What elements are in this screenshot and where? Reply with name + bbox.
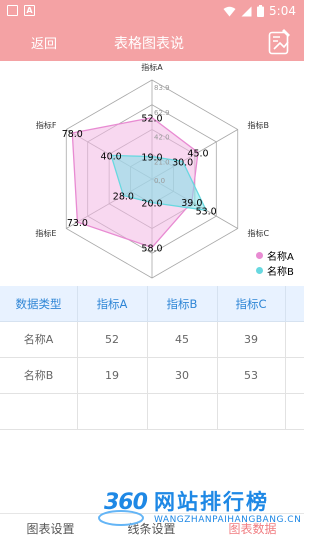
image-icon <box>7 5 18 16</box>
radar-series <box>71 116 208 249</box>
column-divider <box>77 358 78 394</box>
radar-value-label: 20.0 <box>141 199 162 210</box>
radar-value-label: 40.0 <box>101 151 122 162</box>
legend-marker <box>256 267 263 274</box>
legend-marker <box>256 252 263 259</box>
table-row: 名称A 52 45 39 <box>0 322 304 358</box>
column-divider <box>147 358 148 394</box>
table-header-cell[interactable]: 数据类型 <box>0 286 77 322</box>
column-divider <box>285 322 286 358</box>
bottom-tab-bar: 图表设置 线条设置 图表数据 <box>0 513 304 540</box>
status-right-icons: 5:04 <box>223 4 296 18</box>
column-divider <box>147 394 148 430</box>
radar-axis-label: 指标A <box>141 62 163 72</box>
radar-value-label: 78.0 <box>62 129 83 140</box>
table-header-row: 数据类型 指标A 指标B 指标C <box>0 286 304 322</box>
table-cell[interactable] <box>0 394 77 430</box>
table-cell[interactable] <box>147 394 217 430</box>
chart-legend: 名称A 名称B <box>256 248 294 278</box>
tab-line-settings[interactable]: 线条设置 <box>101 520 202 537</box>
table-cell[interactable]: 52 <box>77 322 147 358</box>
column-divider <box>77 322 78 358</box>
column-divider <box>217 358 218 394</box>
tab-chart-data[interactable]: 图表数据 <box>202 520 303 537</box>
radar-value-label: 19.0 <box>141 153 162 164</box>
radar-value-label: 52.0 <box>141 114 162 125</box>
radar-axis-label: 指标C <box>248 228 270 238</box>
column-divider <box>217 322 218 358</box>
column-divider <box>77 394 78 430</box>
table-cell[interactable] <box>285 394 304 430</box>
watermark-logo-text: 360 <box>104 490 148 515</box>
text-a-icon: A <box>24 5 35 16</box>
legend-item: 名称A <box>256 248 294 263</box>
status-time: 5:04 <box>269 4 296 18</box>
page-title: 表格图表说 <box>114 36 184 52</box>
radar-axis-label: 指标F <box>36 120 57 130</box>
radar-value-label: 58.0 <box>141 243 162 254</box>
column-divider <box>285 358 286 394</box>
table-cell[interactable]: 30 <box>147 358 217 394</box>
radar-scale-label: 0.0 <box>154 177 165 185</box>
radar-value-label: 30.0 <box>172 157 193 168</box>
radar-value-label: 53.0 <box>196 206 217 217</box>
app-bar: 返回 表格图表说 <box>0 24 304 61</box>
column-divider <box>217 394 218 430</box>
table-cell[interactable]: 19 <box>77 358 147 394</box>
column-divider <box>147 322 148 358</box>
radar-scale-label: 83.9 <box>154 84 170 92</box>
table-cell[interactable] <box>285 358 304 394</box>
column-divider <box>285 286 286 322</box>
radar-value-label: 28.0 <box>113 192 134 203</box>
wifi-icon <box>223 6 236 16</box>
edit-doc-icon[interactable] <box>268 29 291 55</box>
table-header-cell[interactable]: 指标B <box>147 286 217 322</box>
column-divider <box>285 394 286 430</box>
tab-chart-settings[interactable]: 图表设置 <box>0 520 101 537</box>
table-cell[interactable]: 名称A <box>0 322 77 358</box>
column-divider <box>217 286 218 322</box>
table-cell[interactable] <box>217 394 285 430</box>
radar-axis-label: 指标B <box>248 120 270 130</box>
table-cell[interactable]: 45 <box>147 322 217 358</box>
table-header-cell[interactable] <box>285 286 304 322</box>
table-row <box>0 394 304 430</box>
column-divider <box>77 286 78 322</box>
signal-icon <box>241 6 252 16</box>
status-left-icons: A <box>7 5 35 16</box>
table-row: 名称B 19 30 53 <box>0 358 304 394</box>
table-cell[interactable]: 名称B <box>0 358 77 394</box>
table-header-cell[interactable]: 指标C <box>217 286 285 322</box>
radar-scale-label: 42.0 <box>154 134 170 142</box>
watermark-title: 网站排行榜 <box>154 490 269 514</box>
status-bar: A 5:04 <box>0 0 304 24</box>
battery-icon <box>257 5 265 17</box>
table-cell[interactable] <box>285 322 304 358</box>
column-divider <box>147 286 148 322</box>
legend-label: 名称B <box>267 267 294 278</box>
table-cell[interactable]: 39 <box>217 322 285 358</box>
radar-value-label: 73.0 <box>67 218 88 229</box>
legend-item: 名称B <box>256 263 294 278</box>
table-cell[interactable] <box>77 394 147 430</box>
table-cell[interactable]: 53 <box>217 358 285 394</box>
radar-axis-label: 指标E <box>35 228 56 238</box>
table-header-cell[interactable]: 指标A <box>77 286 147 322</box>
data-table: 数据类型 指标A 指标B 指标C 名称A 52 45 39 名称B 19 30 … <box>0 286 304 430</box>
legend-label: 名称A <box>267 252 294 263</box>
page-title-wrap: 表格图表说 <box>0 33 304 53</box>
